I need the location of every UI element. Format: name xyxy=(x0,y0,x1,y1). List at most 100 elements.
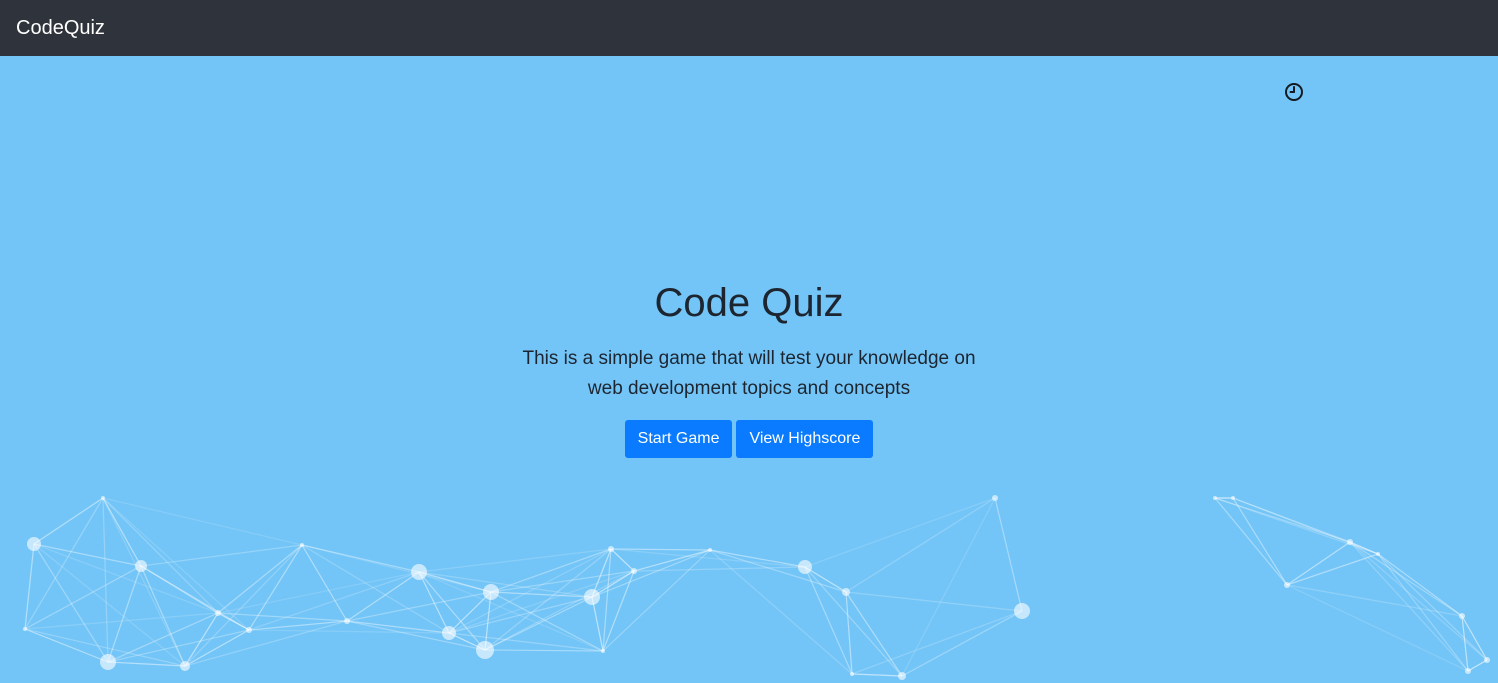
network-line xyxy=(24,565,142,630)
network-node xyxy=(1231,496,1235,500)
network-line xyxy=(184,629,250,667)
network-node xyxy=(601,649,605,653)
network-node xyxy=(1213,496,1217,500)
navbar: CodeQuiz xyxy=(0,0,1498,56)
network-node xyxy=(442,626,456,640)
network-line xyxy=(1286,541,1351,586)
network-line xyxy=(448,596,593,634)
network-node xyxy=(584,589,600,605)
network-node xyxy=(246,627,252,633)
network-line xyxy=(33,543,219,614)
network-node xyxy=(1284,582,1290,588)
network-line xyxy=(994,497,1023,612)
hero: Code Quiz This is a simple game that wil… xyxy=(449,278,1049,458)
network-line xyxy=(610,548,635,572)
network-line xyxy=(33,543,186,667)
network-node xyxy=(850,672,854,676)
network-line xyxy=(102,497,250,631)
network-line xyxy=(1349,541,1488,661)
network-line xyxy=(804,566,847,593)
network-line xyxy=(184,544,303,667)
network-line xyxy=(33,543,109,663)
network-line xyxy=(1377,553,1469,672)
network-line xyxy=(107,629,250,663)
network-node xyxy=(483,584,499,600)
network-node xyxy=(23,627,27,631)
network-line xyxy=(448,548,612,634)
network-line xyxy=(591,596,604,652)
network-line xyxy=(107,565,142,663)
page-title: Code Quiz xyxy=(654,281,844,325)
network-node xyxy=(631,568,637,574)
main-content: Code Quiz This is a simple game that wil… xyxy=(0,56,1498,683)
network-line xyxy=(845,591,903,677)
network-node xyxy=(708,548,712,552)
network-line xyxy=(1286,553,1379,586)
network-line xyxy=(102,497,303,546)
network-node xyxy=(1465,668,1471,674)
network-line xyxy=(217,544,303,614)
network-node xyxy=(608,546,614,552)
network-node xyxy=(300,543,304,547)
network-node xyxy=(476,641,494,659)
network-line xyxy=(804,497,996,568)
network-node xyxy=(1459,613,1465,619)
network-line xyxy=(448,632,604,652)
network-line xyxy=(901,610,1023,677)
network-line xyxy=(709,549,847,593)
network-line xyxy=(1349,541,1463,617)
network-line xyxy=(1286,584,1463,617)
network-line xyxy=(1377,553,1463,617)
network-node xyxy=(1484,657,1490,663)
network-line xyxy=(140,565,250,631)
network-line xyxy=(102,497,109,663)
network-node xyxy=(411,564,427,580)
network-line xyxy=(1377,553,1488,661)
network-line xyxy=(484,649,604,652)
network-line xyxy=(602,548,612,652)
network-line xyxy=(102,497,142,567)
network-node xyxy=(798,560,812,574)
start-game-button[interactable]: Start Game xyxy=(624,420,733,458)
network-line xyxy=(851,673,903,677)
network-line xyxy=(102,497,219,614)
network-node xyxy=(1347,539,1353,545)
network-line xyxy=(33,543,142,567)
network-node xyxy=(180,661,190,671)
network-line xyxy=(490,548,612,593)
network-line xyxy=(1232,497,1288,586)
network-node xyxy=(992,495,998,501)
network-node xyxy=(215,610,221,616)
network-line xyxy=(1349,541,1379,555)
network-line xyxy=(418,548,612,573)
network-line xyxy=(107,661,186,667)
brand-link[interactable]: CodeQuiz xyxy=(16,15,105,41)
network-line xyxy=(845,497,996,593)
button-row: Start Game View Highscore xyxy=(449,420,1049,458)
description: This is a simple game that will test you… xyxy=(522,348,976,399)
network-node xyxy=(1014,603,1030,619)
network-line xyxy=(140,544,303,567)
clock-icon[interactable] xyxy=(1284,82,1304,102)
network-node xyxy=(100,654,116,670)
network-node xyxy=(101,496,105,500)
network-line xyxy=(1286,584,1469,672)
network-line xyxy=(24,497,104,630)
network-node xyxy=(344,618,350,624)
network-line xyxy=(851,610,1023,675)
network-node xyxy=(135,560,147,572)
network-line xyxy=(901,497,996,677)
network-line xyxy=(448,591,492,634)
network-line xyxy=(633,566,806,572)
network-line xyxy=(1214,497,1288,586)
network-node xyxy=(898,672,906,680)
network-line xyxy=(33,497,104,545)
network-line xyxy=(602,570,635,652)
network-line xyxy=(709,549,853,675)
network-line xyxy=(301,544,492,593)
network-node xyxy=(1376,552,1380,556)
network-line xyxy=(804,566,853,675)
network-line xyxy=(845,591,1023,612)
network-line xyxy=(804,566,903,677)
view-highscore-button[interactable]: View Highscore xyxy=(736,420,874,458)
